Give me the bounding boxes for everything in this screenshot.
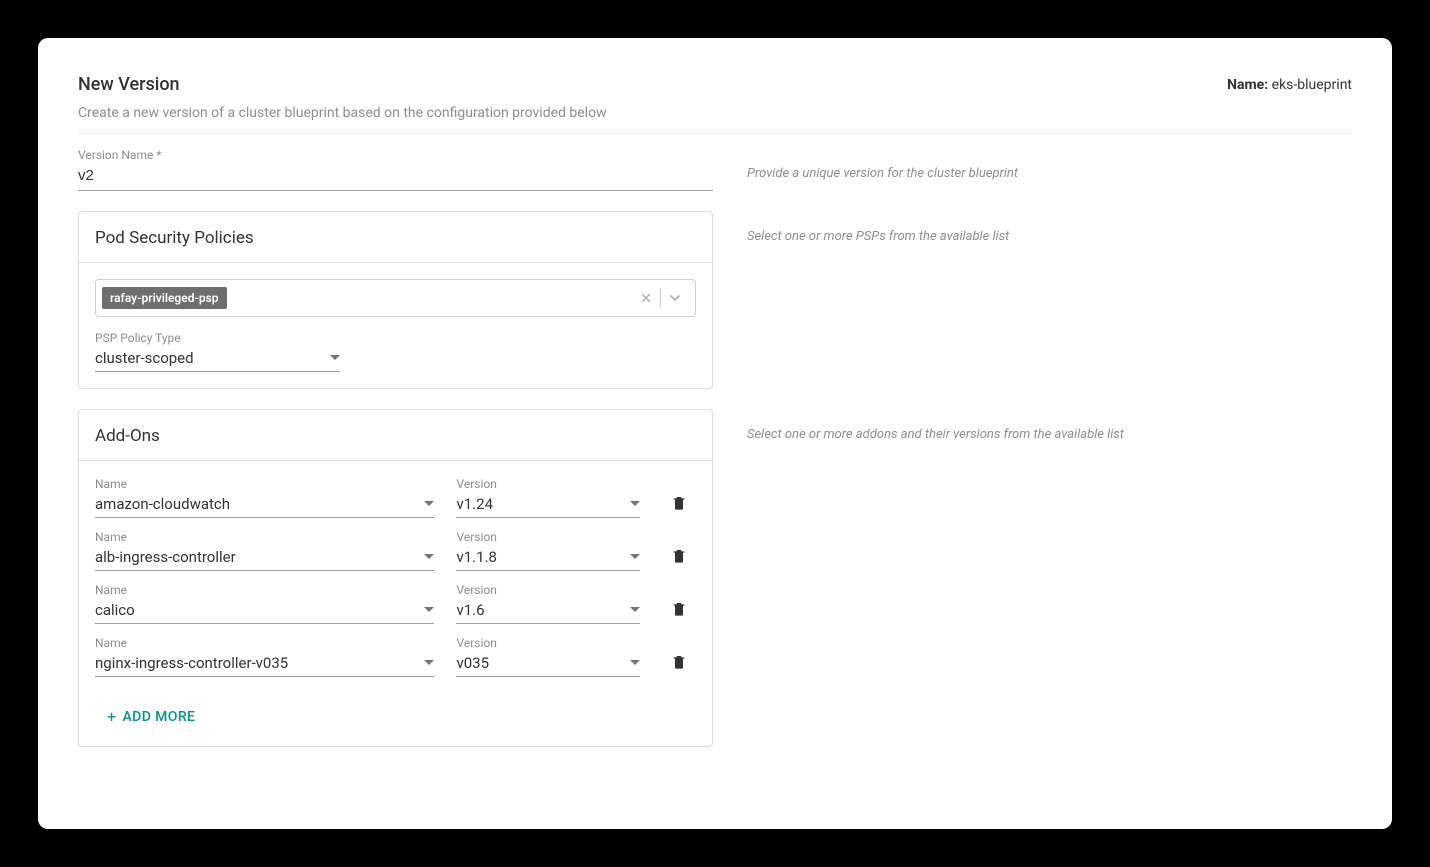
- version-field: Version Name *: [78, 148, 713, 191]
- addon-name-select[interactable]: amazon-cloudwatch: [95, 492, 434, 518]
- addons-title: Add-Ons: [95, 426, 696, 446]
- psp-policy-type-select[interactable]: cluster-scoped: [95, 346, 340, 372]
- psp-policy-type-value: cluster-scoped: [95, 349, 330, 367]
- caret-down-icon: [630, 653, 640, 672]
- caret-down-icon: [424, 600, 434, 619]
- caret-down-icon: [424, 494, 434, 513]
- addon-version-label: Version: [456, 583, 640, 597]
- psp-card-body: rafay-privileged-psp PSP Policy Type clu…: [79, 263, 712, 388]
- addon-version-value: v1.24: [456, 495, 630, 513]
- version-name-input[interactable]: [78, 163, 713, 191]
- trash-icon[interactable]: [662, 547, 696, 571]
- psp-hint: Select one or more PSPs from the availab…: [747, 229, 1352, 244]
- addon-version-value: v1.6: [456, 601, 630, 619]
- trash-icon[interactable]: [662, 600, 696, 624]
- version-hint-col: Provide a unique version for the cluster…: [747, 148, 1352, 181]
- blueprint-name-block: Name: eks-blueprint: [1227, 77, 1352, 93]
- addon-version-value: v035: [456, 654, 630, 672]
- psp-chip[interactable]: rafay-privileged-psp: [102, 287, 227, 309]
- addon-name-label: Name: [95, 583, 434, 597]
- blueprint-name-label: Name:: [1227, 77, 1268, 93]
- trash-icon[interactable]: [662, 494, 696, 518]
- caret-down-icon: [424, 547, 434, 566]
- addon-name-value: alb-ingress-controller: [95, 548, 424, 566]
- addon-version-label: Version: [456, 530, 640, 544]
- header-row: New Version Name: eks-blueprint: [78, 74, 1352, 95]
- header-divider: [78, 133, 1352, 134]
- caret-down-icon: [630, 547, 640, 566]
- addon-name-label: Name: [95, 636, 434, 650]
- addon-version-label: Version: [456, 636, 640, 650]
- page-container: New Version Name: eks-blueprint Create a…: [38, 38, 1392, 829]
- caret-down-icon: [630, 494, 640, 513]
- psp-policy-type-label: PSP Policy Type: [95, 331, 340, 345]
- psp-hint-col: Select one or more PSPs from the availab…: [747, 211, 1352, 244]
- add-more-label: ADD MORE: [122, 709, 195, 725]
- addon-name-value: amazon-cloudwatch: [95, 495, 424, 513]
- version-row: Version Name * Provide a unique version …: [78, 148, 1352, 191]
- psp-card: Pod Security Policies rafay-privileged-p…: [78, 211, 713, 389]
- addon-version-select[interactable]: v035: [456, 651, 640, 677]
- caret-down-icon: [424, 653, 434, 672]
- addon-version-value: v1.1.8: [456, 548, 630, 566]
- addon-row: Name amazon-cloudwatch Version v1.24: [95, 477, 696, 518]
- addon-name-label: Name: [95, 530, 434, 544]
- addons-hint-col: Select one or more addons and their vers…: [747, 409, 1352, 442]
- addon-version-select[interactable]: v1.6: [456, 598, 640, 624]
- psp-card-header: Pod Security Policies: [79, 212, 712, 263]
- addons-card-body: Name amazon-cloudwatch Version v1.24: [79, 461, 712, 746]
- add-more-button[interactable]: + ADD MORE: [107, 707, 195, 726]
- addon-name-select[interactable]: calico: [95, 598, 434, 624]
- version-hint: Provide a unique version for the cluster…: [747, 166, 1352, 181]
- addon-version-select[interactable]: v1.1.8: [456, 545, 640, 571]
- trash-icon[interactable]: [662, 653, 696, 677]
- blueprint-name-value: eks-blueprint: [1272, 77, 1352, 93]
- page-subtitle: Create a new version of a cluster bluepr…: [78, 105, 1352, 121]
- addon-row: Name nginx-ingress-controller-v035 Versi…: [95, 636, 696, 677]
- version-name-label: Version Name *: [78, 148, 713, 162]
- addon-name-value: nginx-ingress-controller-v035: [95, 654, 424, 672]
- addon-name-label: Name: [95, 477, 434, 491]
- caret-down-icon: [330, 348, 340, 367]
- page-title: New Version: [78, 74, 180, 95]
- addon-name-select[interactable]: nginx-ingress-controller-v035: [95, 651, 434, 677]
- chevron-down-icon[interactable]: [661, 290, 689, 306]
- addon-version-label: Version: [456, 477, 640, 491]
- psp-multiselect[interactable]: rafay-privileged-psp: [95, 279, 696, 317]
- addon-row: Name calico Version v1.6: [95, 583, 696, 624]
- psp-policy-type-field: PSP Policy Type cluster-scoped: [95, 331, 340, 372]
- psp-title: Pod Security Policies: [95, 228, 696, 248]
- caret-down-icon: [630, 600, 640, 619]
- addons-row: Add-Ons Name amazon-cloudwatch Version: [78, 409, 1352, 747]
- addon-name-select[interactable]: alb-ingress-controller: [95, 545, 434, 571]
- addon-row: Name alb-ingress-controller Version v1.1…: [95, 530, 696, 571]
- close-icon[interactable]: [632, 291, 660, 305]
- addon-name-value: calico: [95, 601, 424, 619]
- plus-icon: +: [107, 707, 116, 726]
- addons-hint: Select one or more addons and their vers…: [747, 427, 1352, 442]
- addons-card: Add-Ons Name amazon-cloudwatch Version: [78, 409, 713, 747]
- addons-card-header: Add-Ons: [79, 410, 712, 461]
- addon-version-select[interactable]: v1.24: [456, 492, 640, 518]
- psp-row: Pod Security Policies rafay-privileged-p…: [78, 211, 1352, 389]
